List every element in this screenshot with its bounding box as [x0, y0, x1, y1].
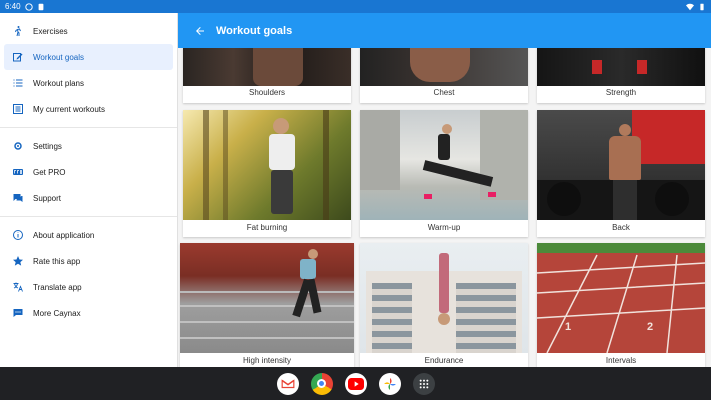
sidebar-item-exercises[interactable]: Exercises	[0, 18, 177, 44]
goal-card-strength[interactable]: Strength	[537, 48, 705, 103]
goal-card-fat-burning[interactable]: Fat burning	[183, 110, 351, 237]
goal-card-intervals[interactable]: 1 2 Intervals	[537, 243, 705, 367]
goal-card-shoulders[interactable]: Shoulders	[183, 48, 351, 103]
goal-label: Shoulders	[248, 88, 286, 97]
goal-image-intervals: 1 2	[537, 243, 705, 353]
goal-label: Chest	[433, 88, 455, 97]
goal-image-shoulders	[183, 48, 351, 86]
goal-label: Strength	[605, 88, 637, 97]
status-time: 6:40	[5, 2, 21, 11]
star-icon	[12, 255, 24, 267]
navigation-drawer: Exercises Workout goals Workout plans My…	[0, 13, 178, 367]
goal-image-back	[537, 110, 705, 220]
goal-image-strength	[537, 48, 705, 86]
sidebar-item-label: My current workouts	[33, 104, 106, 114]
sidebar-item-workout-goals[interactable]: Workout goals	[4, 44, 173, 70]
sidebar-item-my-current-workouts[interactable]: My current workouts	[0, 96, 177, 122]
goal-label: Fat burning	[246, 223, 288, 232]
app-bar: Workout goals	[178, 13, 711, 48]
goal-label: Endurance	[424, 356, 464, 365]
photos-icon[interactable]	[378, 372, 401, 395]
sim-icon	[38, 3, 43, 10]
pro-badge-icon	[12, 166, 24, 178]
gmail-icon[interactable]	[276, 372, 299, 395]
sidebar-item-label: More Caynax	[33, 308, 81, 318]
sidebar-item-label: Rate this app	[33, 256, 81, 266]
more-apps-icon	[12, 307, 24, 319]
app-launcher-icon[interactable]	[412, 372, 435, 395]
goal-card-chest[interactable]: Chest	[360, 48, 528, 103]
drawer-divider	[0, 216, 177, 217]
goal-label: Warm-up	[427, 223, 461, 232]
edit-icon	[12, 51, 24, 63]
wifi-icon	[686, 3, 694, 10]
arrow-back-icon	[196, 26, 204, 35]
goal-image-endurance	[360, 243, 528, 353]
sidebar-item-label: Get PRO	[33, 167, 66, 177]
list-icon	[12, 77, 24, 89]
sidebar-item-settings[interactable]: Settings	[0, 133, 177, 159]
back-button[interactable]	[190, 21, 210, 41]
sidebar-item-label: Exercises	[33, 26, 68, 36]
sidebar-item-more-caynax[interactable]: More Caynax	[0, 300, 177, 326]
sidebar-item-label: Translate app	[33, 282, 82, 292]
sidebar-item-label: Support	[33, 193, 62, 203]
checklist-icon	[12, 103, 24, 115]
goal-image-chest	[360, 48, 528, 86]
page-title: Workout goals	[216, 24, 293, 37]
notification-icon	[24, 2, 33, 11]
chat-icon	[12, 192, 24, 204]
goal-card-endurance[interactable]: Endurance	[360, 243, 528, 367]
sidebar-item-about-application[interactable]: About application	[0, 222, 177, 248]
goal-image-high-intensity	[180, 243, 354, 353]
taskbar	[0, 367, 711, 400]
sidebar-item-label: Workout plans	[33, 78, 84, 88]
goal-card-back[interactable]: Back	[537, 110, 705, 237]
goal-card-warm-up[interactable]: Warm-up	[360, 110, 528, 237]
status-bar: 6:40	[0, 0, 711, 13]
info-icon	[12, 229, 24, 241]
sidebar-item-label: Workout goals	[33, 52, 84, 62]
goal-label: Back	[612, 223, 630, 232]
chrome-icon[interactable]	[310, 372, 333, 395]
goal-card-high-intensity[interactable]: High intensity	[180, 243, 354, 367]
sidebar-item-get-pro[interactable]: Get PRO	[0, 159, 177, 185]
sidebar-item-support[interactable]: Support	[0, 185, 177, 211]
youtube-icon[interactable]	[344, 372, 367, 395]
sidebar-item-label: Settings	[33, 141, 62, 151]
sidebar-item-translate-app[interactable]: Translate app	[0, 274, 177, 300]
goal-label: Intervals	[605, 356, 637, 365]
workout-goals-grid: Shoulders Chest Strength Fat burning War…	[178, 48, 711, 367]
walking-person-icon	[12, 25, 24, 37]
sidebar-item-workout-plans[interactable]: Workout plans	[0, 70, 177, 96]
goal-image-warm-up	[360, 110, 528, 220]
goal-image-fat-burning	[183, 110, 351, 220]
goal-label: High intensity	[242, 356, 292, 365]
translate-icon	[12, 281, 24, 293]
sidebar-item-label: About application	[33, 230, 95, 240]
settings-icon	[12, 140, 24, 152]
battery-icon	[700, 3, 704, 10]
drawer-divider	[0, 127, 177, 128]
sidebar-item-rate-this-app[interactable]: Rate this app	[0, 248, 177, 274]
